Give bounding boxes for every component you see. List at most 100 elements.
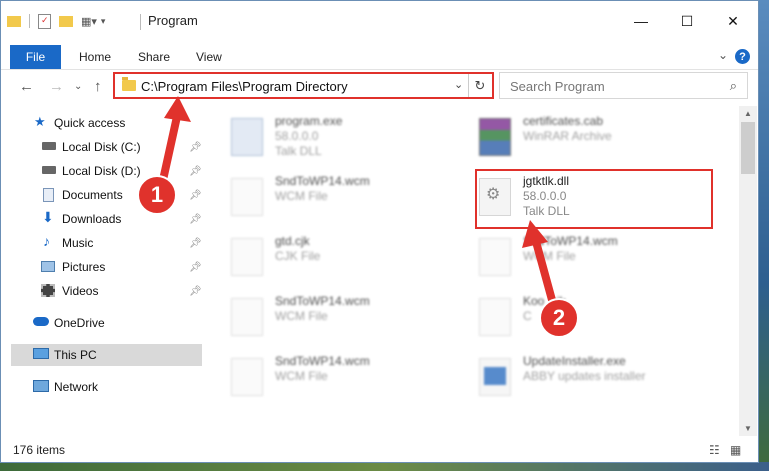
chevron-down-icon[interactable]: ⌄ xyxy=(454,78,463,91)
file-explorer-window: ✓ ▦▾ ▾ Program — ☐ ✕ File Home Share Vie… xyxy=(0,0,759,463)
generic-file-icon xyxy=(231,178,263,216)
sidebar-item-label: Documents xyxy=(62,188,123,202)
file-name: gtd.cjk xyxy=(275,234,310,248)
maximize-button[interactable]: ☐ xyxy=(664,9,710,33)
file-type: CJK File xyxy=(275,249,321,263)
file-item[interactable]: SndToWP14.wcm WCM File xyxy=(231,172,461,222)
close-button[interactable]: ✕ xyxy=(710,9,756,33)
forward-arrow-icon[interactable]: → xyxy=(49,78,64,95)
cloud-icon xyxy=(33,317,49,326)
sidebar-item-videos[interactable]: Videos 📌︎ xyxy=(1,280,206,302)
vertical-scrollbar[interactable]: ▲ ▼ xyxy=(739,106,757,436)
pin-icon[interactable]: 📌︎ xyxy=(189,238,202,249)
pin-icon[interactable]: 📌︎ xyxy=(189,286,202,297)
file-item[interactable]: Koo .cjk C xyxy=(479,292,709,342)
sidebar-item-quick-access[interactable]: ★ Quick access xyxy=(1,112,206,134)
help-icon[interactable]: ? xyxy=(735,49,750,64)
file-item[interactable]: certificates.cab WinRAR Archive xyxy=(479,112,709,162)
generic-file-icon xyxy=(231,298,263,336)
tab-file[interactable]: File xyxy=(10,45,61,69)
scroll-thumb[interactable] xyxy=(741,122,755,174)
search-box[interactable]: Search Program ⌕ xyxy=(499,72,748,99)
sidebar-item-this-pc[interactable]: This PC xyxy=(11,344,202,366)
sidebar-item-onedrive[interactable]: OneDrive xyxy=(1,312,206,334)
callout-badge-1: 1 xyxy=(137,175,177,215)
download-icon: ⬇ xyxy=(42,209,54,225)
callout-badge-2: 2 xyxy=(539,298,579,338)
pictures-icon xyxy=(41,261,55,272)
file-item[interactable]: gtd.cjk CJK File xyxy=(231,232,461,282)
pin-icon[interactable]: 📌︎ xyxy=(189,190,202,201)
file-type: WCM File xyxy=(523,249,576,263)
properties-icon[interactable]: ✓ xyxy=(38,13,51,29)
title-separator xyxy=(140,14,141,30)
sidebar-item-music[interactable]: ♪ Music 📌︎ xyxy=(1,232,206,254)
star-icon: ★ xyxy=(34,114,46,129)
pin-icon[interactable]: 📌︎ xyxy=(189,214,202,225)
file-item[interactable]: SndToWP14.wcm WCM File xyxy=(231,352,461,402)
file-name: SndToWP14.wcm xyxy=(275,354,370,368)
file-item[interactable]: SndToWP14.wcm WCM File xyxy=(231,292,461,342)
up-arrow-icon[interactable]: ↑ xyxy=(94,78,102,95)
tab-share[interactable]: Share xyxy=(138,50,170,64)
quick-access-toolbar: ✓ ▦▾ ▾ xyxy=(7,12,105,30)
file-item[interactable]: program.exe 58.0.0.0 Talk DLL xyxy=(231,112,461,162)
sidebar-item-downloads[interactable]: ⬇ Downloads 📌︎ xyxy=(1,208,206,230)
pin-icon[interactable]: 📌︎ xyxy=(189,262,202,273)
view-options-icon[interactable]: ▦▾ xyxy=(81,15,97,28)
file-name: certificates.cab xyxy=(523,114,604,128)
back-arrow-icon[interactable]: ← xyxy=(19,78,34,95)
item-count: 176 items xyxy=(13,443,66,457)
minimize-button[interactable]: — xyxy=(618,9,664,33)
drive-icon xyxy=(42,142,56,150)
chevron-down-icon[interactable]: ⌄ xyxy=(718,48,728,62)
scroll-up-icon[interactable]: ▲ xyxy=(739,106,757,121)
file-item[interactable]: SndToWP14.wcm WCM File xyxy=(479,232,709,282)
dll-highlight-box xyxy=(475,169,713,229)
sidebar-item-label: Pictures xyxy=(62,260,106,274)
customize-toolbar-icon[interactable]: ▾ xyxy=(101,16,106,27)
generic-file-icon xyxy=(479,298,511,336)
navigation-bar: ← → ⌄ ↑ C:\Program Files\Program Directo… xyxy=(1,70,758,104)
desktop-background-bottom xyxy=(0,462,769,471)
file-list: program.exe 58.0.0.0 Talk DLL certificat… xyxy=(206,106,739,436)
tab-home[interactable]: Home xyxy=(79,50,111,64)
details-view-icon[interactable]: ☷ xyxy=(709,443,720,457)
recent-locations-chevron-icon[interactable]: ⌄ xyxy=(74,81,82,92)
music-icon: ♪ xyxy=(43,233,50,249)
folder-icon[interactable] xyxy=(7,15,21,27)
status-bar: 176 items ☷ ▦ xyxy=(1,437,758,462)
pin-icon[interactable]: 📌︎ xyxy=(189,166,202,177)
file-type: WinRAR Archive xyxy=(523,129,612,143)
file-type: WCM File xyxy=(275,309,328,323)
file-type: Talk DLL xyxy=(275,144,322,158)
sidebar-item-local-disk-c[interactable]: Local Disk (C:) 📌︎ xyxy=(1,136,206,158)
sidebar-item-network[interactable]: Network xyxy=(1,376,206,398)
address-path[interactable]: C:\Program Files\Program Directory xyxy=(141,79,348,94)
new-folder-icon[interactable] xyxy=(59,15,73,27)
sidebar-item-label: Local Disk (D:) xyxy=(62,164,141,178)
sidebar-item-pictures[interactable]: Pictures 📌︎ xyxy=(1,256,206,278)
refresh-icon[interactable]: ↻ xyxy=(468,74,491,97)
sidebar-item-local-disk-d[interactable]: Local Disk (D:) 📌︎ xyxy=(1,160,206,182)
scroll-down-icon[interactable]: ▼ xyxy=(739,421,757,436)
address-bar[interactable]: C:\Program Files\Program Directory ⌄ ↻ xyxy=(113,72,494,99)
window-title: Program xyxy=(148,13,198,28)
sidebar-item-label: Quick access xyxy=(54,116,126,130)
file-item[interactable]: UpdateInstaller.exe ABBY updates install… xyxy=(479,352,709,402)
search-input[interactable]: Search Program xyxy=(510,79,605,94)
file-name: program.exe xyxy=(275,114,343,128)
sidebar-item-label: Videos xyxy=(62,284,99,298)
search-icon[interactable]: ⌕ xyxy=(730,78,737,94)
ribbon-tabs: File Home Share View ⌄ ? xyxy=(1,45,758,70)
tab-view[interactable]: View xyxy=(196,50,222,64)
pin-icon[interactable]: 📌︎ xyxy=(189,142,202,153)
tiles-view-icon[interactable]: ▦ xyxy=(730,443,741,457)
videos-icon xyxy=(41,284,55,297)
computer-icon xyxy=(33,348,49,359)
drive-icon xyxy=(42,166,56,174)
file-name: SndToWP14.wcm xyxy=(523,234,618,248)
generic-file-icon xyxy=(231,358,263,396)
sidebar-item-label: Local Disk (C:) xyxy=(62,140,141,154)
toolbar-separator xyxy=(29,14,30,28)
